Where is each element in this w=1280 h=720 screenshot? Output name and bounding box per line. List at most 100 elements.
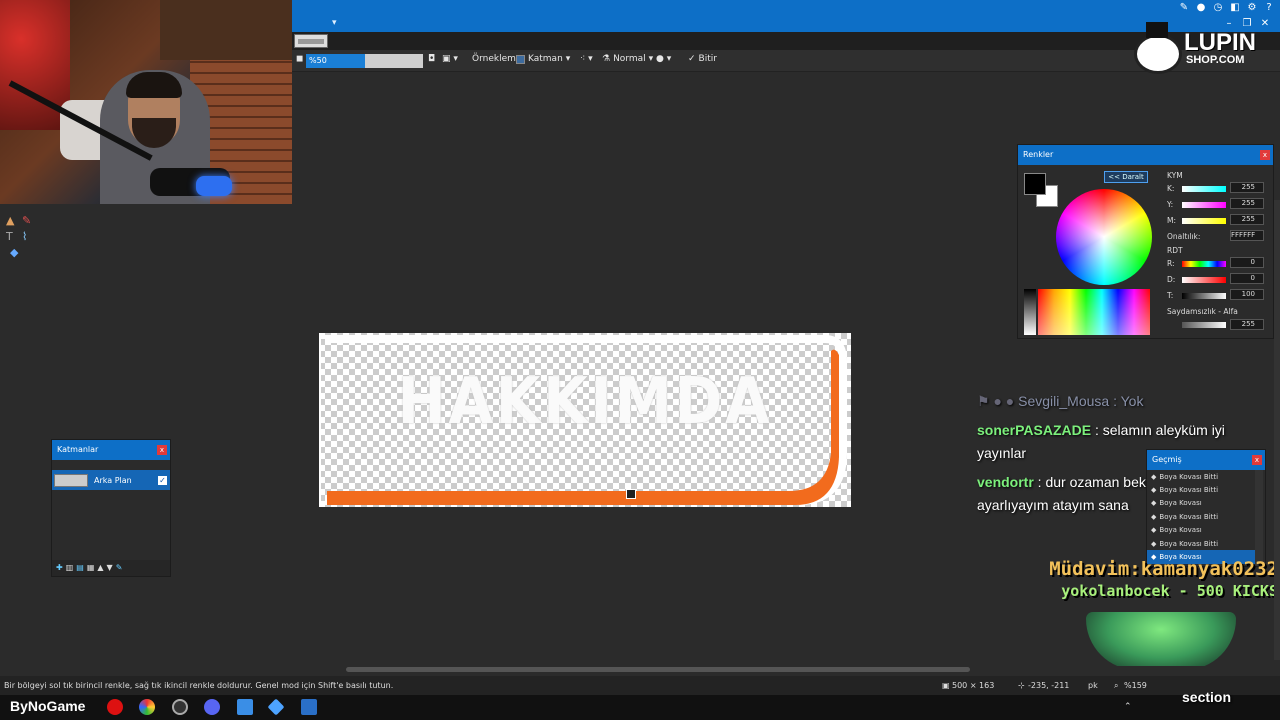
y-label: Y: [1167,200,1174,209]
logo-subtitle: SHOP.COM [1186,54,1245,66]
image-tab-thumbnail[interactable] [294,34,328,48]
close-icon[interactable]: x [1252,455,1262,465]
alpha-input[interactable]: 255 [1230,319,1264,330]
y-slider[interactable] [1182,202,1226,208]
units-dropdown[interactable]: pk [1088,681,1098,690]
obs-icon[interactable] [172,699,188,715]
tray-chevron-icon[interactable]: ⌃ [1124,702,1134,712]
sampling-dropdown[interactable]: Katman ▾ [516,54,570,64]
opera-icon[interactable] [107,699,123,715]
color-wheel[interactable] [1056,189,1152,285]
line-tool-icon[interactable]: ⌇ [22,230,27,243]
hex-input[interactable]: FFFFFF [1230,230,1264,241]
finish-button[interactable]: ✓ Bitir [688,54,717,64]
history-scrollbar[interactable] [1255,470,1263,566]
tolerance-slider[interactable]: %50 [306,54,423,68]
bucket-icon[interactable]: ▲ [6,214,14,227]
chat-username: sonerPASAZADE [977,422,1092,438]
history-item[interactable]: ◆ Boya Kovası Bitti [1147,470,1255,483]
layer-thumbnail [54,473,88,487]
history-item[interactable]: ◆ Boya Kovası [1147,524,1255,537]
explorer-icon[interactable] [237,699,253,715]
panda-mascot-icon [1134,34,1182,74]
vertical-scrollbar[interactable] [1274,200,1280,660]
text-tool-icon[interactable]: T [6,230,13,243]
chat-separator: : [1109,393,1121,409]
help-icon[interactable]: ? [1264,2,1274,13]
close-icon[interactable]: x [1260,150,1270,160]
tools-icon[interactable]: ✎ [1179,2,1189,13]
bucket-icon: ◆ [1151,526,1157,535]
t-input[interactable]: 100 [1230,289,1264,300]
merge-layer-icon[interactable]: ▦ [87,563,95,573]
alpha-blend-dropdown[interactable]: ● ▾ [656,54,671,64]
horizontal-scrollbar[interactable] [0,666,1272,674]
history-item[interactable]: ◆ Boya Kovası [1147,497,1255,510]
status-zoom[interactable]: %159 [1124,681,1147,690]
primary-color-swatch[interactable] [1024,173,1046,195]
chrome-icon[interactable] [139,699,155,715]
tool-icon[interactable]: ◼ [296,54,303,64]
k-input[interactable]: 255 [1230,182,1264,193]
m-input[interactable]: 255 [1230,214,1264,225]
add-layer-icon[interactable]: ✚ [56,563,63,573]
collapse-button[interactable]: << Daralt [1104,171,1148,183]
layers-icon[interactable]: ◧ [1230,2,1240,13]
close-icon[interactable]: x [157,445,167,455]
t-label: T: [1167,291,1174,300]
brush-icon[interactable]: ✎ [22,214,31,227]
delete-layer-icon[interactable]: ▥ [66,563,74,573]
history-list: ◆ Boya Kovası Bitti ◆ Boya Kovası Bitti ◆ B… [1147,470,1255,564]
shapes-tool-icon[interactable]: ◆ [10,246,18,259]
fill-mode-icon[interactable]: ◘ [428,54,435,64]
fill-type-dropdown[interactable]: ▣ ▾ [442,54,458,64]
layer-item[interactable]: Arka Plan ✓ [52,470,170,490]
layers-panel-header[interactable]: Katmanlar x [52,440,170,460]
k-slider[interactable] [1182,186,1226,192]
discord-icon[interactable] [204,699,220,715]
color-palette[interactable] [1038,289,1150,335]
d-label: D: [1167,275,1176,284]
history-item-label: Boya Kovası Bitti [1159,539,1219,548]
crosshair-cursor-icon [626,489,636,499]
saturation-slider[interactable] [1182,277,1226,283]
blend-mode-dropdown[interactable]: ⚗ Normal ▾ [602,54,653,64]
duplicate-layer-icon[interactable]: ▤ [76,563,84,573]
horizontal-scroll-thumb[interactable] [346,667,970,672]
image-canvas[interactable]: HAKKIMDA [319,333,851,507]
colors-panel-header[interactable]: Renkler x [1018,145,1273,165]
history-icon[interactable]: ◷ [1213,2,1223,13]
properties-icon[interactable]: ✎ [116,563,123,573]
blend-mode-value: Normal [613,54,646,64]
greyscale-palette[interactable] [1024,289,1036,335]
y-input[interactable]: 255 [1230,198,1264,209]
history-item[interactable]: ◆ Boya Kovası Bitti [1147,483,1255,496]
hue-slider[interactable] [1182,261,1226,267]
history-panel-header[interactable]: Geçmiş x [1147,450,1265,470]
antialias-dropdown[interactable]: ⁖ ▾ [580,54,593,64]
m-slider[interactable] [1182,218,1226,224]
hex-label: Onaltılık: [1167,232,1201,241]
menu-dropdown-icon[interactable]: ▾ [332,18,337,28]
alpha-slider[interactable] [1182,322,1226,328]
move-down-icon[interactable]: ▼ [107,563,113,573]
colors-icon[interactable]: ● [1196,2,1206,13]
value-slider[interactable] [1182,293,1226,299]
r-label: R: [1167,259,1175,268]
r-input[interactable]: 0 [1230,257,1264,268]
app-icon[interactable] [267,698,285,716]
visibility-checkbox[interactable]: ✓ [158,475,167,485]
bucket-icon: ◆ [1151,539,1157,548]
paintdotnet-icon[interactable] [301,699,317,715]
webcam-overlay [0,0,292,204]
settings-icon[interactable]: ⚙ [1247,2,1257,13]
bynogame-watermark: ByNoGame [10,698,86,714]
tools-palette: ▲ ✎ T ⌇ ◆ [0,204,40,264]
d-input[interactable]: 0 [1230,273,1264,284]
history-item[interactable]: ◆ Boya Kovası Bitti [1147,537,1255,550]
tool-options-bar: ◼ %50 ◘ ▣ ▾ Örnekleme: Katman ▾ ⁖ ▾ ⚗ No… [292,50,1280,72]
move-up-icon[interactable]: ▲ [97,563,103,573]
chat-message: ⚑ ● ● Sevgili_Mousa : Yok [977,390,1267,413]
history-item[interactable]: ◆ Boya Kovası Bitti [1147,510,1255,523]
chat-username: vendortr [977,474,1034,490]
